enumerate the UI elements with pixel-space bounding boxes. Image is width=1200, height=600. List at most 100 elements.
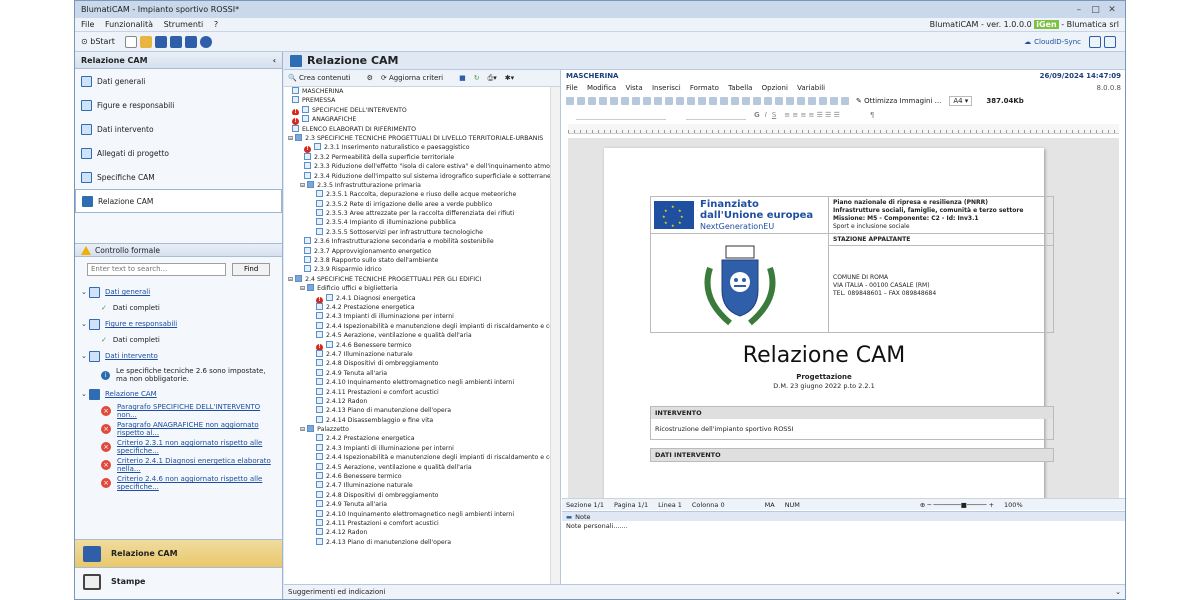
search-input[interactable] — [87, 262, 227, 276]
tree-item[interactable]: 2.4.5 Aerazione, ventilazione e qualità … — [284, 331, 550, 340]
tree-item[interactable]: 2.3.3 Riduzione dell'effetto "isola di c… — [284, 162, 550, 171]
tree-item[interactable]: ⊟ 2.3.5 Infrastrutturazione primaria — [284, 180, 550, 190]
tree-item[interactable]: 2.3.5.4 Impianto di illuminazione pubbli… — [284, 218, 550, 227]
save-all-icon[interactable] — [184, 35, 197, 48]
tree-item[interactable]: ELENCO ELABORATI DI RIFERIMENTO — [284, 124, 550, 134]
editor-menu-modifica[interactable]: Modifica — [587, 84, 616, 92]
tree-item[interactable]: 2.4.12 Radon — [284, 528, 550, 537]
tool-icon[interactable] — [742, 97, 750, 105]
align-icons[interactable]: ≡ ≡ ≡ ≡ ☰ ☰ ☰ — [784, 111, 840, 119]
nav-allegati-progetto[interactable]: Allegati di progetto — [75, 141, 282, 165]
tree-item[interactable]: 2.4.12 Radon — [284, 396, 550, 406]
style-select[interactable] — [576, 111, 666, 120]
check-error[interactable]: × Criterio 2.4.6 non aggiornato rispetto … — [81, 474, 278, 492]
editor-menu-opzioni[interactable]: Opzioni — [762, 84, 788, 92]
check-link[interactable]: Dati intervento — [105, 352, 158, 360]
tree-item[interactable]: 2.3.5.1 Raccolta, depurazione e riuso de… — [284, 190, 550, 199]
tree-item[interactable]: ! 2.4.6 Benessere termico — [284, 340, 550, 350]
minimize-icon[interactable]: – — [1072, 5, 1086, 15]
tree-item[interactable]: 2.3.2 Permeabilità della superficie terr… — [284, 152, 550, 162]
chevron-down-icon[interactable]: ⌄ — [1115, 588, 1121, 596]
tree-item[interactable]: 2.4.13 Piano di manutenzione dell'opera — [284, 406, 550, 415]
tool-icon[interactable] — [588, 97, 596, 105]
tree-item[interactable]: 2.4.2 Prestazione energetica — [284, 302, 550, 312]
tree-item[interactable]: 2.4.14 Disassemblaggio e fine vita — [284, 415, 550, 425]
tree-item[interactable]: 2.4.9 Tenuta all'aria — [284, 500, 550, 509]
check-group[interactable]: ⌄ Dati generali — [81, 284, 278, 300]
paper-select[interactable]: A4 ▾ — [949, 96, 973, 106]
nav-figure-responsabili[interactable]: Figure e responsabili — [75, 93, 282, 117]
close-icon[interactable]: ✕ — [1105, 5, 1119, 15]
nav-relazione-cam[interactable]: Relazione CAM — [75, 189, 282, 213]
tree-item[interactable]: ! ANAGRAFICHE — [284, 115, 550, 125]
help-icon[interactable] — [199, 35, 212, 48]
editor-menu-variabili[interactable]: Variabili — [797, 84, 825, 92]
tree-item[interactable]: ⊟ Palazzetto — [284, 425, 550, 434]
tree-item[interactable]: 2.4.3 Impianti di illuminazione per inte… — [284, 312, 550, 321]
tree-item[interactable]: 2.3.4 Riduzione dell'impatto sul sistema… — [284, 171, 550, 181]
tree-item[interactable]: 2.4.4 Ispezionabilità e manutenzione deg… — [284, 453, 550, 462]
tool-icon[interactable] — [797, 97, 805, 105]
editor-menu-inserisci[interactable]: Inserisci — [652, 84, 681, 92]
tree-item[interactable]: 2.4.2 Prestazione energetica — [284, 434, 550, 443]
editor-menu-vista[interactable]: Vista — [625, 84, 642, 92]
tree-item[interactable]: 2.3.5.5 Sottoservizi per infrastrutture … — [284, 227, 550, 237]
create-contents-button[interactable]: 🔍 Crea contenuti — [288, 74, 359, 82]
nav-dati-intervento[interactable]: Dati intervento — [75, 117, 282, 141]
tree-scrollbar[interactable] — [550, 87, 560, 584]
collapse-toggle-icon[interactable]: ⊟ — [300, 182, 307, 189]
tree-item[interactable]: 2.4.3 Impianti di illuminazione per inte… — [284, 443, 550, 453]
tool-icon[interactable] — [643, 97, 651, 105]
notes-textarea[interactable]: Note personali....... — [562, 521, 1125, 531]
error-link[interactable]: Criterio 2.3.1 non aggiornato rispetto a… — [117, 439, 278, 455]
underline-icon[interactable]: S — [772, 111, 776, 119]
controllo-formale-header[interactable]: Controllo formale — [75, 243, 282, 257]
tree-item[interactable]: 2.4.11 Prestazioni e comfort acustici — [284, 518, 550, 528]
menu-help[interactable]: ? — [214, 20, 218, 29]
tool-icon[interactable] — [808, 97, 816, 105]
collapse-toggle-icon[interactable]: ⊟ — [288, 276, 295, 283]
check-error[interactable]: × Paragrafo ANAGRAFICHE non aggiornato ri… — [81, 420, 278, 438]
tool-icon[interactable] — [621, 97, 629, 105]
check-group[interactable]: ⌄ Dati intervento — [81, 348, 278, 364]
check-link[interactable]: Relazione CAM — [105, 390, 157, 398]
tree-item[interactable]: 2.4.9 Tenuta all'aria — [284, 368, 550, 378]
collapse-toggle-icon[interactable]: ⊟ — [300, 285, 307, 292]
error-link[interactable]: Paragrafo ANAGRAFICHE non aggiornato ris… — [117, 421, 278, 437]
tree-item[interactable]: 2.3.5.2 Rete di irrigazione delle aree a… — [284, 199, 550, 209]
tool-icon[interactable] — [764, 97, 772, 105]
bstart-button[interactable]: ⊙ bStart — [81, 37, 115, 46]
tool-icon[interactable] — [687, 97, 695, 105]
save-icon[interactable] — [154, 35, 167, 48]
tree-item[interactable]: ! SPECIFICHE DELL'INTERVENTO — [284, 105, 550, 116]
tool-icon[interactable] — [665, 97, 673, 105]
tool-icon[interactable] — [698, 97, 706, 105]
bottom-nav-stampe[interactable]: Stampe — [75, 567, 282, 595]
tool-icon[interactable] — [599, 97, 607, 105]
tool-icon[interactable] — [632, 97, 640, 105]
collapse-icon[interactable]: ‹ — [273, 56, 276, 65]
find-button[interactable]: Find — [232, 262, 270, 276]
menu-funzionalita[interactable]: Funzionalità — [105, 20, 153, 29]
tool-icon[interactable] — [654, 97, 662, 105]
tool-icon[interactable] — [786, 97, 794, 105]
tree-item[interactable]: 2.4.5 Aerazione, ventilazione e qualità … — [284, 462, 550, 472]
check-error[interactable]: × Criterio 2.3.1 non aggiornato rispetto … — [81, 438, 278, 456]
check-error[interactable]: × Criterio 2.4.1 Diagnosi energetica elab… — [81, 456, 278, 474]
panel-icon[interactable] — [1089, 35, 1101, 48]
tree-item[interactable]: MASCHERINA — [284, 87, 550, 96]
save-icon[interactable]: ■ — [459, 74, 466, 82]
error-link[interactable]: Paragrafo SPECIFICHE DELL'INTERVENTO non… — [117, 403, 278, 419]
check-link[interactable]: Dati generali — [105, 288, 150, 296]
check-error[interactable]: × Paragrafo SPECIFICHE DELL'INTERVENTO no… — [81, 402, 278, 420]
tree-item[interactable]: 2.4.8 Dispositivi di ombreggiamento — [284, 359, 550, 368]
menu-file[interactable]: File — [81, 20, 94, 29]
tool-icon[interactable] — [819, 97, 827, 105]
tree-item[interactable]: 2.3.9 Risparmio idrico — [284, 265, 550, 274]
export-icon[interactable] — [1104, 35, 1116, 48]
tree-item[interactable]: ⊟ 2.4 SPECIFICHE TECNICHE PROGETTUALI PE… — [284, 274, 550, 284]
tree-item[interactable]: 2.4.4 Ispezionabilità e manutenzione deg… — [284, 321, 550, 331]
tool-icon[interactable] — [731, 97, 739, 105]
tool-icon[interactable] — [753, 97, 761, 105]
save-as-icon[interactable] — [169, 35, 182, 48]
